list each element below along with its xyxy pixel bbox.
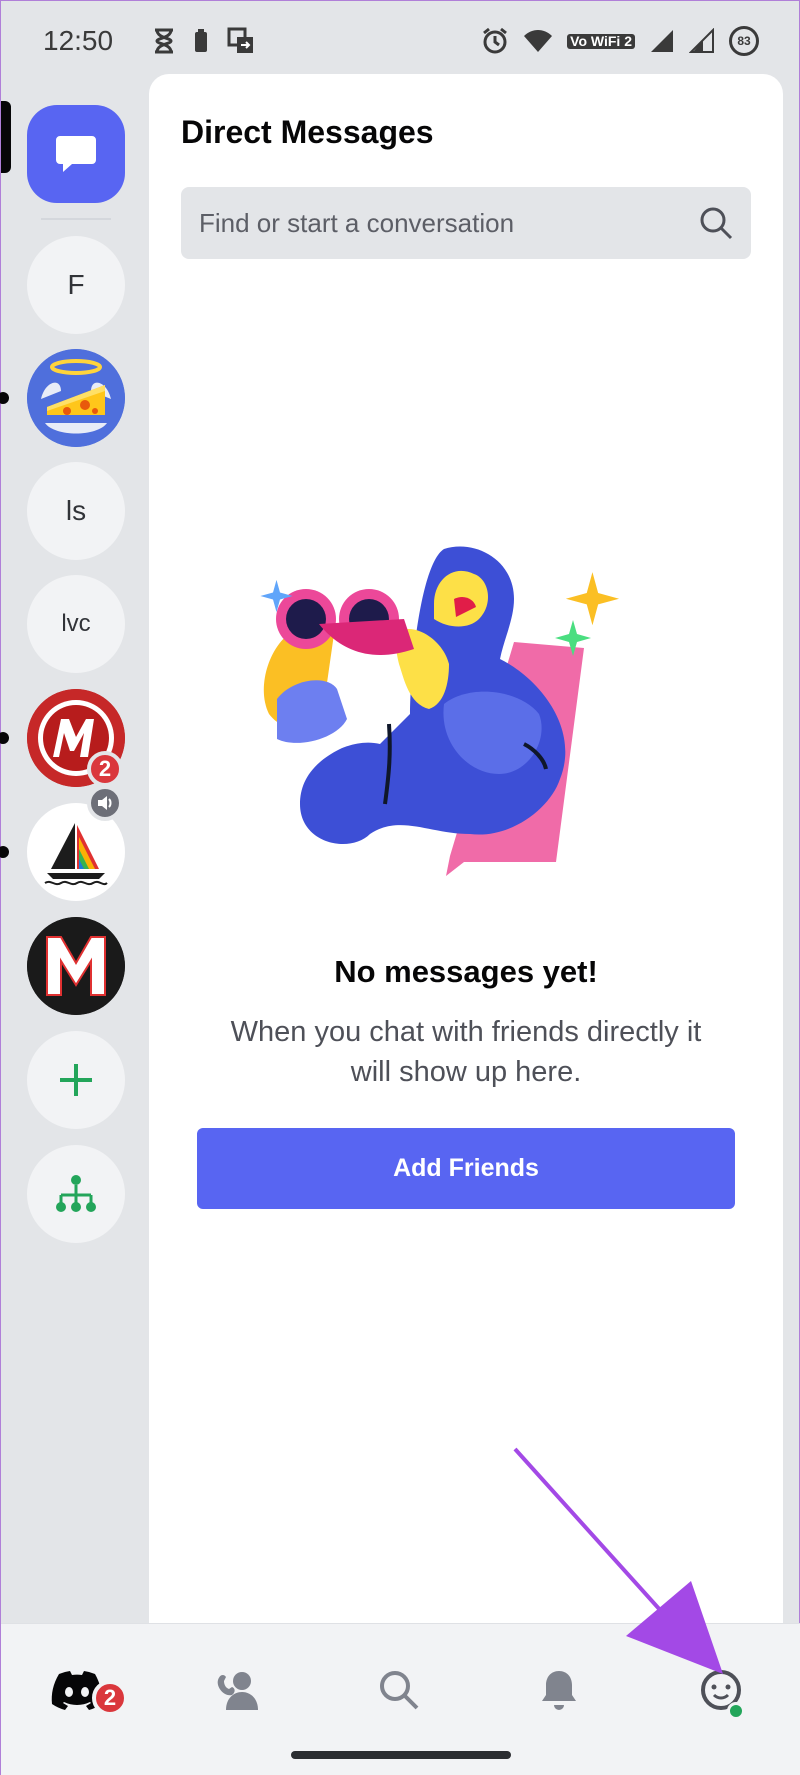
server-f[interactable]: F: [27, 236, 125, 334]
badge-count: 2: [98, 756, 112, 781]
unread-indicator: [0, 846, 9, 858]
hub-icon: [56, 1175, 96, 1212]
signal-icon-2: [689, 28, 714, 53]
wifi-icon: [524, 30, 553, 52]
status-time: 12:50: [43, 25, 114, 56]
server-rail: F ls lvc 2: [0, 81, 149, 1621]
direct-messages-panel: Direct Messages Find or start a conversa…: [149, 74, 783, 1634]
cast-icon: [227, 27, 254, 53]
page-title: Direct Messages: [181, 114, 434, 150]
status-bar: 12:50 Vo WiFi 2 83: [1, 1, 800, 81]
search-placeholder: Find or start a conversation: [199, 207, 515, 238]
signal-icon-1: [651, 30, 673, 52]
home-notification-badge: 2: [92, 1680, 128, 1716]
tab-friends[interactable]: [201, 1654, 273, 1726]
server-m-black[interactable]: [27, 917, 125, 1015]
online-status-indicator: [727, 1702, 745, 1720]
empty-state-line-2: will show up here.: [350, 1056, 582, 1088]
search-tab-icon: [380, 1671, 419, 1710]
m-logo-black: [27, 917, 125, 1015]
server-mention-badge: 2: [87, 751, 123, 787]
add-server-button[interactable]: [27, 1031, 125, 1129]
unread-indicator: [0, 392, 9, 404]
tab-notifications[interactable]: [523, 1654, 595, 1726]
add-friends-button[interactable]: Add Friends: [197, 1128, 735, 1209]
hourglass-icon: [155, 28, 174, 54]
tab-search[interactable]: [363, 1654, 435, 1726]
empty-state-title: No messages yet!: [334, 954, 598, 989]
server-ls-label: ls: [65, 495, 87, 526]
chat-bubble-icon: [56, 136, 96, 172]
bell-icon: [542, 1671, 576, 1710]
plus-icon: [60, 1064, 92, 1096]
server-lvc-label: lvc: [61, 610, 91, 637]
empty-state-line-1: When you chat with friends directly it: [230, 1016, 702, 1048]
rail-divider: [41, 218, 111, 220]
speaker-icon: [98, 796, 112, 810]
search-input[interactable]: Find or start a conversation: [181, 187, 751, 259]
voice-active-badge: [87, 785, 123, 821]
unread-indicator: [0, 732, 9, 744]
server-f-label: F: [67, 269, 85, 300]
server-cheese[interactable]: [27, 349, 125, 447]
gesture-home-indicator[interactable]: [291, 1751, 511, 1759]
empty-state-illustration: [260, 546, 620, 876]
tab-profile[interactable]: [685, 1654, 757, 1726]
server-lvc[interactable]: lvc: [27, 575, 125, 673]
vowifi-label: Vo WiFi 2: [567, 33, 635, 49]
search-icon: [700, 207, 733, 240]
alarm-icon: [483, 27, 508, 54]
sailboat-logo: [44, 823, 108, 886]
selected-indicator: [1, 101, 11, 173]
bottom-tab-bar: 2: [1, 1623, 800, 1775]
battery-level: 83: [729, 26, 759, 56]
explore-servers-button[interactable]: [27, 1145, 125, 1243]
direct-messages-button[interactable]: [27, 105, 125, 203]
cheese-angel-avatar: [27, 349, 125, 447]
battery-saver-icon: [195, 29, 208, 52]
server-ls[interactable]: ls: [27, 462, 125, 560]
empty-state-description: When you chat with friends directly it w…: [189, 1012, 743, 1092]
home-badge-count: 2: [103, 1685, 117, 1710]
friends-icon: [217, 1672, 258, 1710]
